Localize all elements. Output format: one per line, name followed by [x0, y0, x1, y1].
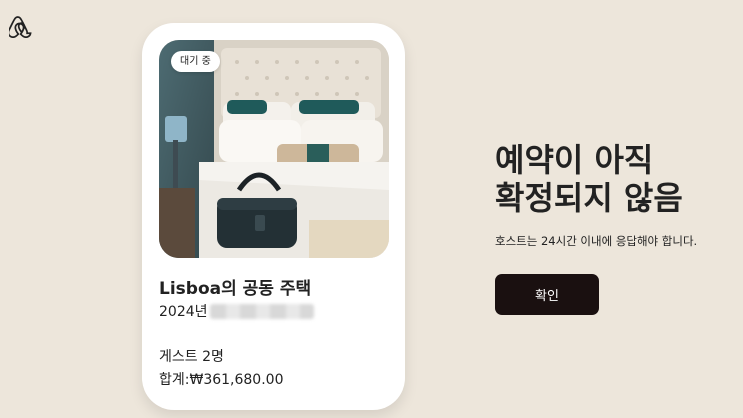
reservation-dates: 2024년 — [159, 301, 314, 321]
listing-title: Lisboa의 공동 주택 — [159, 279, 312, 299]
airbnb-logo-icon[interactable] — [7, 13, 34, 39]
headline-line-1: 예약이 아직 — [495, 141, 654, 179]
listing-photo: 대기 중 — [159, 40, 389, 258]
date-prefix: 2024년 — [159, 304, 208, 320]
confirm-button[interactable]: 확인 — [495, 274, 599, 315]
host-response-message: 호스트는 24시간 이내에 응답해야 합니다. — [495, 234, 698, 248]
guest-count: 게스트 2명 — [159, 349, 224, 365]
redacted-dates — [209, 303, 314, 319]
status-badge: 대기 중 — [171, 51, 220, 72]
reservation-card: 대기 중 Lisboa의 공동 주택 2024년 게스트 2명 합계:₩361,… — [142, 23, 405, 410]
total-price: 합계:₩361,680.00 — [159, 372, 284, 388]
headline-line-2: 확정되지 않음 — [495, 179, 683, 217]
status-headline: 예약이 아직 확정되지 않음 — [495, 141, 683, 217]
